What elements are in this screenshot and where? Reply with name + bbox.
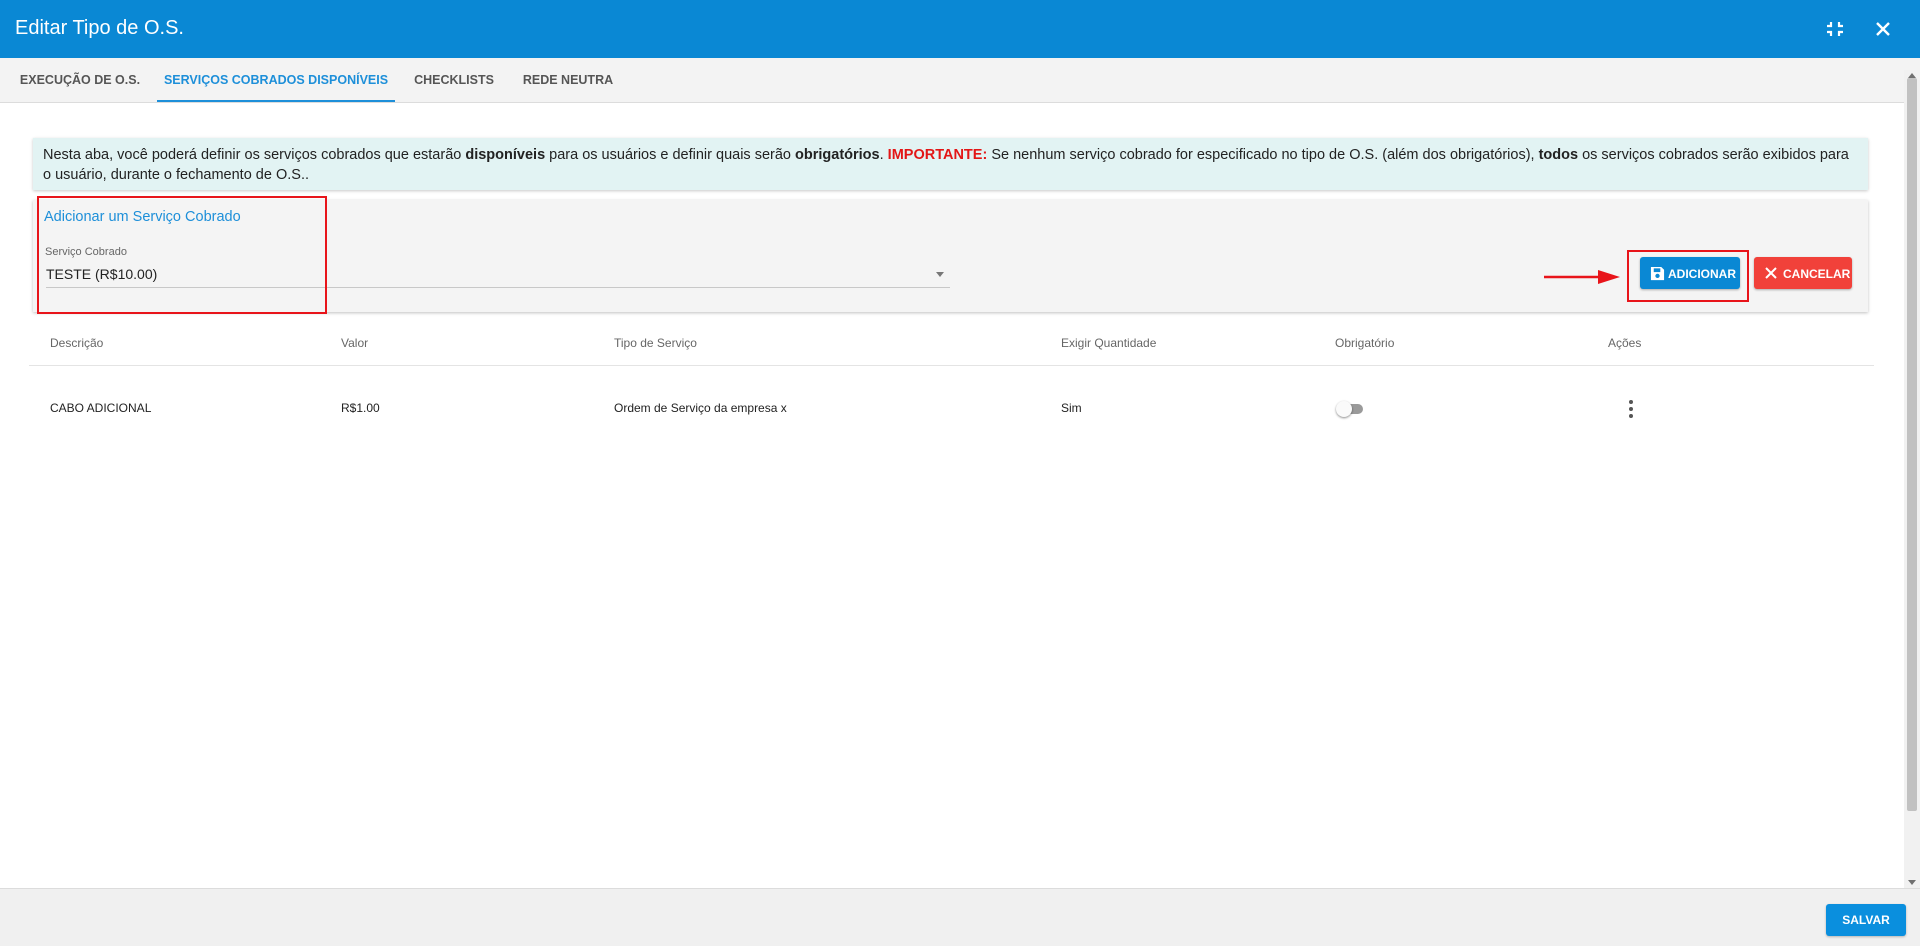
column-header-valor[interactable]: Valor <box>341 336 368 350</box>
cell-descricao: CABO ADICIONAL <box>50 401 152 415</box>
tab-servicos-cobrados-label: SERVIÇOS COBRADOS DISPONÍVEIS <box>163 73 389 87</box>
info-text: Nesta aba, você poderá definir os serviç… <box>43 147 466 163</box>
column-header-descricao[interactable]: Descrição <box>50 336 103 350</box>
dialog-header: Editar Tipo de O.S. <box>0 0 1920 58</box>
info-text: . <box>879 147 888 163</box>
cancel-button[interactable]: CANCELAR <box>1754 257 1852 289</box>
info-text: para os usuários e definir quais serão <box>545 147 796 163</box>
info-bold-todos: todos <box>1538 147 1579 163</box>
column-header-tipo-servico[interactable]: Tipo de Serviço <box>614 336 697 350</box>
annotation-box-service-field <box>37 196 327 314</box>
info-bold-obrigatorios: obrigatórios <box>795 147 880 163</box>
info-bold-disponiveis: disponíveis <box>465 147 546 163</box>
cancel-button-label: CANCELAR <box>1783 267 1851 281</box>
close-icon[interactable] <box>1870 16 1896 42</box>
save-button[interactable]: SALVAR <box>1826 904 1906 936</box>
x-icon <box>1765 267 1777 279</box>
obrigatorio-toggle[interactable] <box>1336 401 1366 417</box>
scroll-down-arrow[interactable] <box>1908 880 1916 885</box>
info-text: Se nenhum serviço cobrado for especifica… <box>987 147 1539 163</box>
column-header-obrigatorio[interactable]: Obrigatório <box>1335 336 1394 350</box>
tab-checklists[interactable]: CHECKLISTS <box>408 58 500 102</box>
column-header-acoes: Ações <box>1608 336 1642 350</box>
info-important-label: IMPORTANTE: <box>887 147 988 163</box>
dialog-footer: SALVAR <box>0 888 1920 946</box>
tab-bar: EXECUÇÃO DE O.S. SERVIÇOS COBRADOS DISPO… <box>0 58 1920 103</box>
active-tab-indicator <box>157 100 395 102</box>
column-header-exigir-quantidade[interactable]: Exigir Quantidade <box>1061 336 1156 350</box>
annotation-box-add-button <box>1627 250 1749 302</box>
dialog-title: Editar Tipo de O.S. <box>15 17 184 39</box>
cell-exigir-quantidade: Sim <box>1061 401 1082 415</box>
compress-icon[interactable] <box>1822 16 1848 42</box>
cell-valor: R$1.00 <box>341 401 380 415</box>
vertical-scrollbar[interactable] <box>1904 70 1920 888</box>
tab-servicos-cobrados[interactable]: SERVIÇOS COBRADOS DISPONÍVEIS <box>157 58 395 102</box>
scrollbar-thumb[interactable] <box>1907 78 1917 811</box>
table-header-divider <box>29 365 1874 366</box>
tab-execucao[interactable]: EXECUÇÃO DE O.S. <box>13 58 147 102</box>
chevron-down-icon <box>936 272 944 277</box>
toggle-knob <box>1336 401 1352 417</box>
info-banner: Nesta aba, você poderá definir os serviç… <box>33 138 1868 190</box>
more-vert-icon[interactable] <box>1624 399 1638 419</box>
annotation-arrow-icon <box>1544 270 1620 284</box>
cell-tipo-servico: Ordem de Serviço da empresa x <box>614 401 787 415</box>
tab-rede-neutra[interactable]: REDE NEUTRA <box>518 58 618 102</box>
